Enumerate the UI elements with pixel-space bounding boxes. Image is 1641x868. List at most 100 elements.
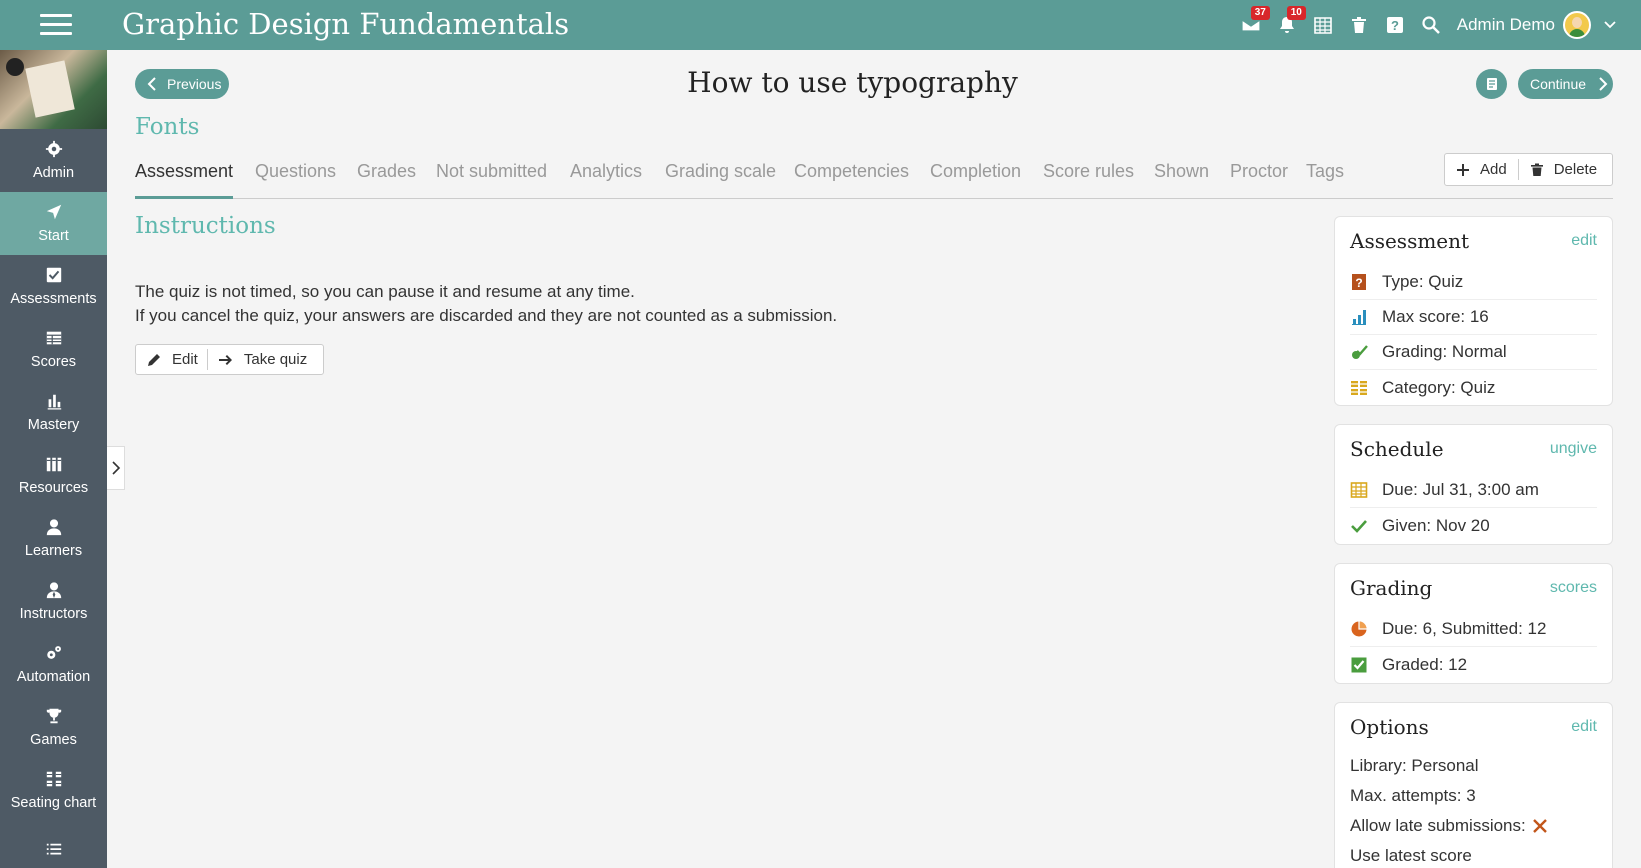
sidebar-item-admin[interactable]: Admin: [0, 129, 107, 192]
delete-button[interactable]: Delete: [1519, 154, 1608, 185]
sidebar-item-label: Mastery: [27, 417, 80, 433]
top-bar: Graphic Design Fundamentals 37 10 ? Admi…: [0, 0, 1641, 50]
user-name[interactable]: Admin Demo: [1457, 15, 1555, 35]
card-row: Due: Jul 31, 3:00 am: [1350, 473, 1597, 508]
hamburger-menu-icon[interactable]: [40, 14, 72, 36]
category-value: Category: Quiz: [1382, 377, 1496, 397]
tab-not-submitted[interactable]: Not submitted: [436, 161, 547, 182]
library-value: Library: Personal: [1350, 756, 1479, 775]
previous-button[interactable]: Previous: [135, 69, 229, 99]
card-row: Graded: 12: [1350, 647, 1597, 682]
search-button[interactable]: [1413, 0, 1449, 50]
messages-badge: 37: [1250, 6, 1270, 20]
checkbox-icon: [1351, 657, 1367, 672]
checkbox-icon: [46, 267, 61, 283]
graded-value: Graded: 12: [1382, 654, 1468, 674]
sidebar-item-resources[interactable]: Resources: [0, 444, 107, 507]
card-row: Due: 6, Submitted: 12: [1350, 612, 1597, 647]
quiz-type-icon: ?: [1352, 274, 1366, 290]
user-avatar[interactable]: [1563, 11, 1591, 39]
sidebar-item-automation[interactable]: Automation: [0, 633, 107, 696]
person-icon: [46, 519, 61, 536]
notifications-button[interactable]: 10: [1269, 0, 1306, 50]
card-row: Category: Quiz: [1350, 370, 1597, 405]
scores-link[interactable]: scores: [1550, 579, 1597, 597]
list-icon: [46, 843, 61, 855]
check-icon: [1351, 519, 1367, 533]
previous-label: Previous: [167, 76, 222, 92]
sidebar-item-instructors[interactable]: Instructors: [0, 570, 107, 633]
quiz-actions: Edit Take quiz: [135, 344, 324, 375]
given-value: Given: Nov 20: [1382, 515, 1490, 535]
chevron-right-icon: [111, 461, 120, 475]
sidebar-item-games[interactable]: Games: [0, 696, 107, 759]
card-title: Options: [1350, 715, 1429, 739]
tab-competencies[interactable]: Competencies: [794, 161, 909, 182]
card-row: Max score: 16: [1350, 300, 1597, 335]
section-title[interactable]: Fonts: [135, 114, 199, 140]
tab-analytics[interactable]: Analytics: [570, 161, 642, 182]
sidebar-item-scores[interactable]: Scores: [0, 318, 107, 381]
pencil-icon: [148, 353, 160, 366]
assessment-edit-link[interactable]: edit: [1571, 232, 1597, 250]
tab-proctor[interactable]: Proctor: [1230, 161, 1288, 182]
plus-icon: [1457, 163, 1469, 176]
tab-actions: Add Delete: [1444, 153, 1613, 186]
app-title[interactable]: Graphic Design Fundamentals: [122, 7, 569, 41]
calendar-button[interactable]: [1305, 0, 1341, 50]
tab-tags[interactable]: Tags: [1306, 161, 1344, 182]
tab-bar: Assessment Questions Grades Not submitte…: [135, 155, 1613, 199]
seating-icon: [46, 771, 61, 787]
help-button[interactable]: ?: [1377, 0, 1413, 50]
calendar-icon: [1350, 482, 1368, 498]
page-title: How to use typography: [687, 66, 1018, 99]
notebook-button[interactable]: [1476, 69, 1507, 99]
sidebar-item-learners[interactable]: Learners: [0, 507, 107, 570]
gear-icon: [45, 140, 62, 158]
tab-assessment[interactable]: Assessment: [135, 161, 233, 182]
sidebar-item-label: Instructors: [19, 606, 88, 622]
sidebar-item-label: Games: [30, 732, 77, 748]
card-title: Schedule: [1350, 437, 1444, 461]
tab-grading-scale[interactable]: Grading scale: [665, 161, 776, 182]
chevron-down-icon[interactable]: [1603, 18, 1617, 32]
chevron-right-icon: [1599, 77, 1608, 91]
sidebar-item-label: Resources: [18, 480, 89, 496]
card-title: Grading: [1350, 576, 1433, 600]
assessment-card: Assessment edit ? Type: Quiz Max score: …: [1334, 216, 1613, 406]
tab-shown[interactable]: Shown: [1154, 161, 1209, 182]
calendar-icon: [1313, 17, 1332, 34]
options-card: Options edit Library: Personal Max. atte…: [1334, 702, 1613, 868]
tab-completion[interactable]: Completion: [930, 161, 1021, 182]
chevron-left-icon: [147, 77, 156, 91]
edit-button[interactable]: Edit: [136, 345, 207, 374]
sidebar-toggle-button[interactable]: [107, 446, 125, 490]
continue-button[interactable]: Continue: [1518, 69, 1613, 99]
sidebar-item-more[interactable]: [0, 822, 107, 868]
schedule-card: Schedule ungive Due: Jul 31, 3:00 am Giv…: [1334, 424, 1613, 545]
messages-button[interactable]: 37: [1233, 0, 1270, 50]
sidebar-item-label: Scores: [30, 354, 77, 370]
sidebar-item-mastery[interactable]: Mastery: [0, 381, 107, 444]
late-submissions-label: Allow late submissions:: [1350, 816, 1526, 835]
sidebar-item-label: Learners: [24, 543, 83, 559]
sidebar-item-assessments[interactable]: Assessments: [0, 255, 107, 318]
options-edit-link[interactable]: edit: [1571, 718, 1597, 736]
tab-grades[interactable]: Grades: [357, 161, 416, 182]
sidebar-item-start[interactable]: Start: [0, 192, 107, 255]
take-quiz-label: Take quiz: [243, 351, 308, 368]
trash-button[interactable]: [1341, 0, 1377, 50]
ungive-link[interactable]: ungive: [1550, 440, 1597, 458]
grading-value: Grading: Normal: [1382, 342, 1507, 361]
instructions-line-1: The quiz is not timed, so you can pause …: [135, 282, 635, 301]
trash-icon: [1530, 163, 1543, 176]
tab-score-rules[interactable]: Score rules: [1043, 161, 1134, 182]
tab-questions[interactable]: Questions: [255, 161, 336, 182]
table-icon: [46, 331, 61, 345]
add-button[interactable]: Add: [1445, 154, 1518, 185]
course-thumbnail[interactable]: [0, 50, 107, 129]
option-row: Max. attempts: 3: [1350, 781, 1597, 811]
sidebar-item-seating-chart[interactable]: Seating chart: [0, 759, 107, 822]
grading-card: Grading scores Due: 6, Submitted: 12 Gra…: [1334, 563, 1613, 684]
take-quiz-button[interactable]: Take quiz: [208, 345, 316, 374]
